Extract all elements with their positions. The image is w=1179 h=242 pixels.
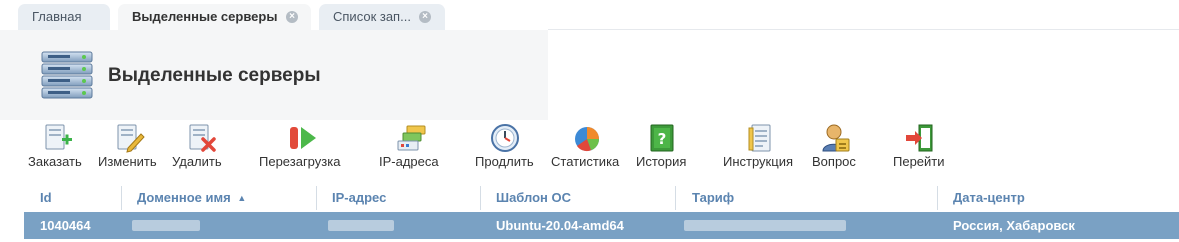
tab-divider-line <box>548 29 1179 30</box>
edit-icon <box>117 124 145 153</box>
cell-domain-redacted <box>132 220 200 231</box>
cell-id: 1040464 <box>40 218 91 233</box>
toolbar-label: Статистика <box>551 154 620 169</box>
statistics-pie-icon <box>575 127 599 152</box>
column-header-datacenter[interactable]: Дата-центр <box>953 184 1025 212</box>
toolbar-label: IP-адреса <box>379 154 439 169</box>
server-rack-icon <box>40 50 96 107</box>
tab-list[interactable]: Список зап... × <box>319 4 445 30</box>
cell-tariff-redacted <box>684 220 846 231</box>
column-header-tariff[interactable]: Тариф <box>692 184 734 212</box>
goto-exit-icon <box>906 124 933 152</box>
column-header-id[interactable]: Id <box>40 184 52 212</box>
close-icon[interactable]: × <box>419 11 431 23</box>
column-separator <box>121 186 122 210</box>
toolbar-label: Инструкция <box>723 154 793 169</box>
column-separator <box>480 186 481 210</box>
toolbar-label: Вопрос <box>812 154 856 169</box>
svg-text:?: ? <box>658 130 667 148</box>
toolbar-label: Продлить <box>475 154 534 169</box>
toolbar-label: Перейти <box>893 154 945 169</box>
toolbar-label: Удалить <box>172 154 222 169</box>
tab-label: Список зап... <box>333 9 411 24</box>
table-header: Id Доменное имя ▲ IP-адрес Шаблон ОС Тар… <box>0 184 1179 212</box>
ip-addresses-icon <box>397 125 426 151</box>
page-title: Выделенные серверы <box>108 65 321 86</box>
cell-datacenter: Россия, Хабаровск <box>953 218 1075 233</box>
column-separator <box>937 186 938 210</box>
instruction-doc-icon <box>748 124 771 152</box>
tab-dedicated-servers[interactable]: Выделенные серверы × <box>118 4 311 30</box>
column-separator <box>675 186 676 210</box>
tab-label: Главная <box>32 9 82 24</box>
toolbar-label: Перезагрузка <box>259 154 341 169</box>
cell-ip-redacted <box>328 220 394 231</box>
column-header-ip[interactable]: IP-адрес <box>332 184 386 212</box>
sort-ascending-icon: ▲ <box>237 193 247 203</box>
delete-icon <box>189 124 216 152</box>
cell-os-template: Ubuntu-20.04-amd64 <box>496 218 624 233</box>
table-row[interactable]: 1040464 Ubuntu-20.04-amd64 Россия, Хабар… <box>24 212 1179 239</box>
column-header-domain[interactable]: Доменное имя ▲ <box>137 184 246 212</box>
order-add-icon <box>45 124 72 150</box>
tab-label: Выделенные серверы <box>132 9 278 24</box>
toolbar-label: Заказать <box>28 154 82 169</box>
reboot-icon <box>290 127 316 149</box>
tab-strip: Главная Выделенные серверы × Список зап.… <box>0 0 1179 30</box>
history-book-icon: ? <box>650 124 674 152</box>
question-user-icon <box>822 124 850 152</box>
close-icon[interactable]: × <box>286 11 298 23</box>
column-separator <box>316 186 317 210</box>
prolong-clock-icon <box>491 124 519 152</box>
column-header-label: Доменное имя <box>137 190 231 205</box>
toolbar-label: Изменить <box>98 154 157 169</box>
tab-home[interactable]: Главная <box>18 4 110 30</box>
column-header-os-template[interactable]: Шаблон ОС <box>496 184 571 212</box>
toolbar-label: История <box>636 154 687 169</box>
